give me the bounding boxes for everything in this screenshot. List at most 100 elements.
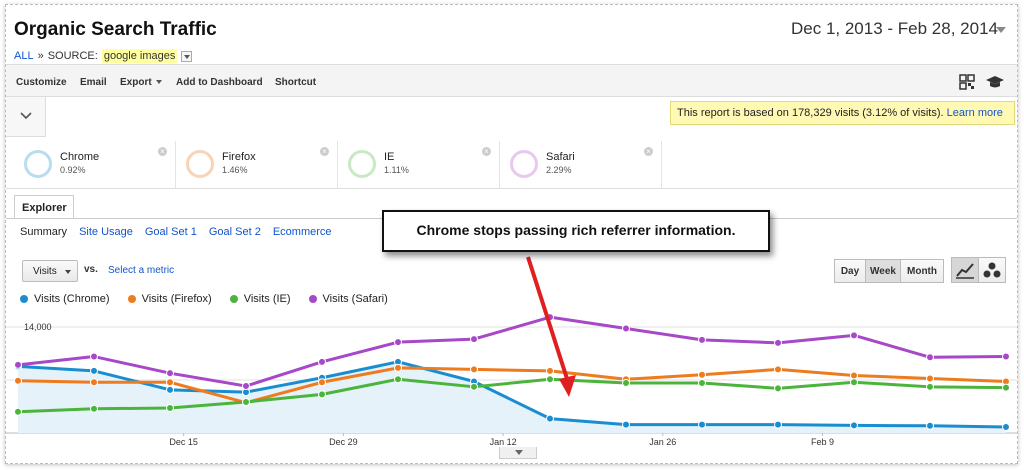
data-point	[14, 376, 22, 385]
visits-line-chart: 14,0007,000Dec 15Dec 29Jan 12Jan 26Feb 9	[6, 256, 1017, 447]
sampling-notice: This report is based on 178,329 visits (…	[670, 101, 1015, 125]
expand-chart-handle[interactable]	[499, 447, 537, 459]
metric-dropdown-label: Visits	[33, 266, 57, 277]
legend-item-chrome[interactable]: Visits (Chrome)	[20, 293, 110, 305]
segment-percent: 1.46%	[222, 165, 248, 175]
data-point	[470, 335, 478, 344]
data-point	[242, 397, 250, 406]
line-chart-button[interactable]	[951, 257, 979, 283]
segment-chrome[interactable]: Chrome 0.92% ×	[16, 141, 176, 189]
data-point	[394, 375, 402, 384]
legend-item-safari[interactable]: Visits (Safari)	[308, 293, 388, 305]
sampling-notice-text: This report is based on 178,329 visits (…	[677, 107, 944, 119]
x-tick-label: Jan 12	[490, 437, 517, 447]
legend-label: Visits (Firefox)	[141, 293, 212, 305]
annotation-arrowhead	[559, 375, 576, 397]
collapse-toggle[interactable]	[6, 97, 46, 137]
explorer-subtabs: Summary Site Usage Goal Set 1 Goal Set 2…	[20, 226, 332, 238]
data-point	[850, 421, 858, 430]
segment-ie[interactable]: IE 1.11% ×	[340, 141, 500, 189]
report-toolbar: Customize Email Export Add to Dashboard …	[6, 64, 1017, 97]
subtab-ecommerce[interactable]: Ecommerce	[273, 226, 332, 238]
data-point	[850, 331, 858, 340]
data-point	[850, 378, 858, 387]
breadcrumb-separator: »	[37, 50, 44, 62]
tab-explorer[interactable]: Explorer	[14, 195, 74, 219]
analytics-report: Organic Search Traffic Dec 1, 2013 - Feb…	[5, 4, 1018, 464]
graduation-cap-icon[interactable]	[985, 74, 1005, 90]
data-point	[774, 365, 782, 374]
segment-firefox[interactable]: Firefox 1.46% ×	[178, 141, 338, 189]
data-point	[926, 421, 934, 430]
remove-segment-icon[interactable]: ×	[482, 147, 491, 156]
period-month-button[interactable]: Month	[900, 259, 944, 283]
breadcrumb: ALL » SOURCE: google images	[14, 49, 193, 63]
select-metric-link[interactable]: Select a metric	[108, 265, 174, 276]
legend-item-firefox[interactable]: Visits (Firefox)	[127, 293, 212, 305]
segment-name: Firefox	[222, 151, 256, 163]
period-week-button[interactable]: Week	[865, 259, 901, 283]
add-to-dashboard-button[interactable]: Add to Dashboard	[176, 77, 263, 88]
data-point	[1002, 352, 1010, 361]
data-point	[318, 357, 326, 366]
data-point	[90, 404, 98, 413]
data-point	[318, 390, 326, 399]
motion-chart-button[interactable]	[978, 257, 1006, 283]
legend-dot	[229, 295, 238, 303]
data-point	[470, 382, 478, 391]
data-point	[926, 374, 934, 383]
data-point	[622, 420, 630, 429]
data-point	[698, 335, 706, 344]
grid-qr-icon[interactable]	[959, 74, 975, 90]
source-label: SOURCE:	[47, 50, 98, 62]
email-button[interactable]: Email	[80, 77, 107, 88]
data-point	[698, 379, 706, 388]
data-point	[622, 379, 630, 388]
learn-more-link[interactable]: Learn more	[947, 107, 1003, 119]
data-point	[850, 371, 858, 380]
chevron-down-icon	[65, 270, 71, 274]
data-point	[774, 384, 782, 393]
chevron-down-icon[interactable]	[996, 27, 1006, 33]
data-point	[622, 324, 630, 333]
source-dropdown-icon[interactable]	[181, 50, 193, 62]
export-button[interactable]: Export	[120, 77, 162, 88]
data-point	[774, 338, 782, 347]
breadcrumb-all-link[interactable]: ALL	[14, 50, 34, 62]
remove-segment-icon[interactable]: ×	[158, 147, 167, 156]
export-label: Export	[120, 77, 152, 88]
data-point	[90, 352, 98, 361]
legend-item-ie[interactable]: Visits (IE)	[229, 293, 291, 305]
metric-dropdown[interactable]: Visits	[22, 260, 78, 282]
legend-dot	[127, 295, 136, 303]
remove-segment-icon[interactable]: ×	[320, 147, 329, 156]
data-point	[546, 414, 554, 423]
subtab-goal-set-1[interactable]: Goal Set 1	[145, 226, 197, 238]
data-point	[242, 382, 250, 391]
x-tick-label: Dec 15	[169, 437, 198, 447]
annotation-callout: Chrome stops passing rich referrer infor…	[382, 210, 770, 252]
subtab-goal-set-2[interactable]: Goal Set 2	[209, 226, 261, 238]
segment-bar: Chrome 0.92% × Firefox 1.46% × IE 1.11% …	[6, 141, 1017, 189]
y-tick-label: 14,000	[24, 322, 52, 332]
shortcut-button[interactable]: Shortcut	[275, 77, 316, 88]
date-range-picker[interactable]: Dec 1, 2013 - Feb 28, 2014	[791, 19, 998, 39]
segment-safari[interactable]: Safari 2.29% ×	[502, 141, 662, 189]
subtab-summary[interactable]: Summary	[20, 226, 67, 238]
period-day-button[interactable]: Day	[834, 259, 866, 283]
subtab-site-usage[interactable]: Site Usage	[79, 226, 133, 238]
customize-button[interactable]: Customize	[16, 77, 67, 88]
segment-percent: 2.29%	[546, 165, 572, 175]
segment-percent: 0.92%	[60, 165, 86, 175]
segment-name: IE	[384, 151, 395, 163]
data-point	[546, 366, 554, 375]
x-tick-label: Jan 26	[649, 437, 676, 447]
legend-dot	[308, 295, 317, 303]
remove-segment-icon[interactable]: ×	[644, 147, 653, 156]
data-point	[90, 378, 98, 387]
data-point	[14, 360, 22, 369]
source-value[interactable]: google images	[101, 49, 178, 63]
segment-ring-icon	[24, 150, 52, 178]
data-point	[1002, 422, 1010, 431]
page-title: Organic Search Traffic	[14, 19, 217, 40]
